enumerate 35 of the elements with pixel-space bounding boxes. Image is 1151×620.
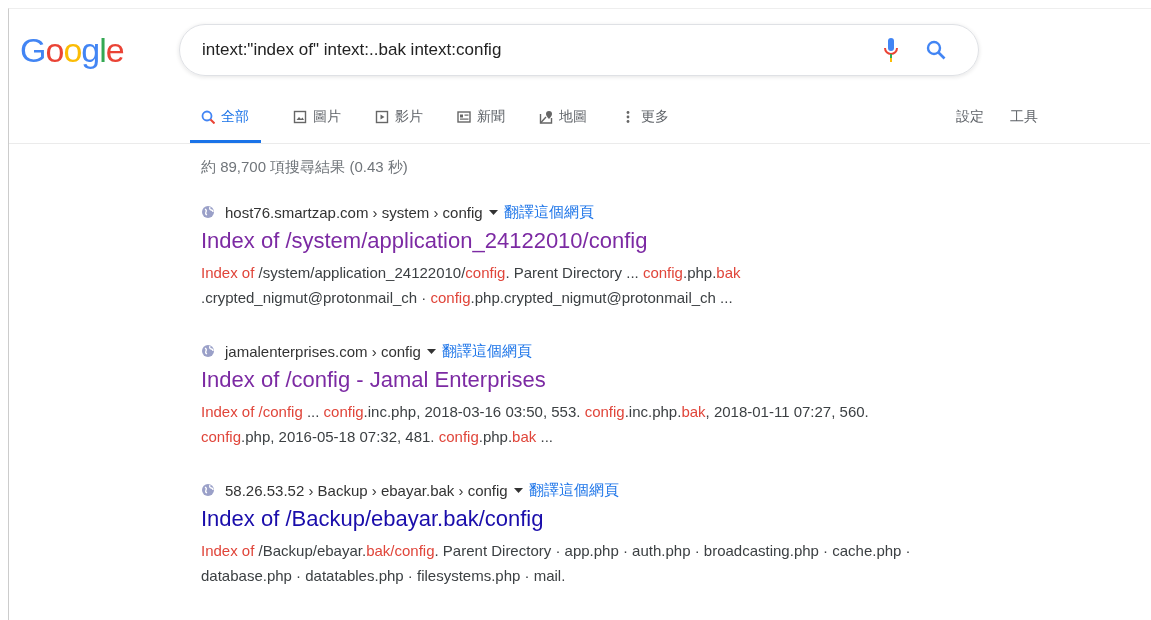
image-icon <box>293 110 307 124</box>
map-pin-icon <box>539 110 553 124</box>
globe-icon <box>201 483 215 497</box>
result-snippet: Index of /system/application_24122010/config. Parent Directory ... config.php.bak .crypted_nigmut@protonmail_ch · config.php.crypted_nigmut@protonmail_ch ... <box>201 263 742 308</box>
microphone-icon[interactable] <box>884 38 898 62</box>
result-title-link[interactable]: Index of /config - Jamal Enterprises <box>201 367 546 392</box>
tool-link[interactable]: 設定 <box>956 108 984 126</box>
newspaper-icon <box>457 110 471 124</box>
globe-icon <box>201 344 215 358</box>
result-url: host76.smartzap.com › system › config <box>225 203 483 221</box>
google-logo[interactable]: Google <box>20 30 126 70</box>
result-title-link[interactable]: Index of /system/application_24122010/config <box>201 228 648 253</box>
caret-icon[interactable] <box>426 348 436 354</box>
tab[interactable]: 新聞 <box>455 108 507 143</box>
caret-icon[interactable] <box>488 209 498 215</box>
search-icon <box>201 110 215 124</box>
play-icon <box>375 110 389 124</box>
tab[interactable]: 影片 <box>373 108 425 143</box>
tab[interactable]: 更多 <box>619 108 671 143</box>
result-snippet: Index of /Backup/ebayar.bak/config. Parent Directory · app.php · auth.php · broadcasting.php · cache.php · database.php · datatables.php · filesystems.php · mail. <box>201 541 912 586</box>
result-url: 58.26.53.52 › Backup › ebayar.bak › config <box>225 481 508 499</box>
globe-icon <box>201 205 215 219</box>
translate-link[interactable]: 翻譯這個網頁 <box>503 202 594 222</box>
translate-link[interactable]: 翻譯這個網頁 <box>441 341 532 361</box>
tab[interactable]: 全部 <box>190 108 261 143</box>
result-snippet: Index of /config ... config.inc.php, 2018-03-16 03:50, 553. config.inc.php.bak, 2018-01-11 07:27, 560. config.php, 2016-05-18 07:32, 481. config.php.bak ... <box>201 402 870 447</box>
translate-link[interactable]: 翻譯這個網頁 <box>528 480 619 500</box>
result-stats: 約 89,700 項搜尋結果 (0.43 秒) <box>201 158 409 177</box>
tab[interactable]: 地圖 <box>537 108 589 143</box>
caret-icon[interactable] <box>513 487 523 493</box>
result-title-link[interactable]: Index of /Backup/ebayar.bak/config <box>201 506 544 531</box>
tab[interactable]: 圖片 <box>291 108 343 143</box>
tool-link[interactable]: 工具 <box>1010 108 1038 126</box>
result-url: jamalenterprises.com › config <box>225 342 421 360</box>
search-icon[interactable] <box>926 40 946 60</box>
